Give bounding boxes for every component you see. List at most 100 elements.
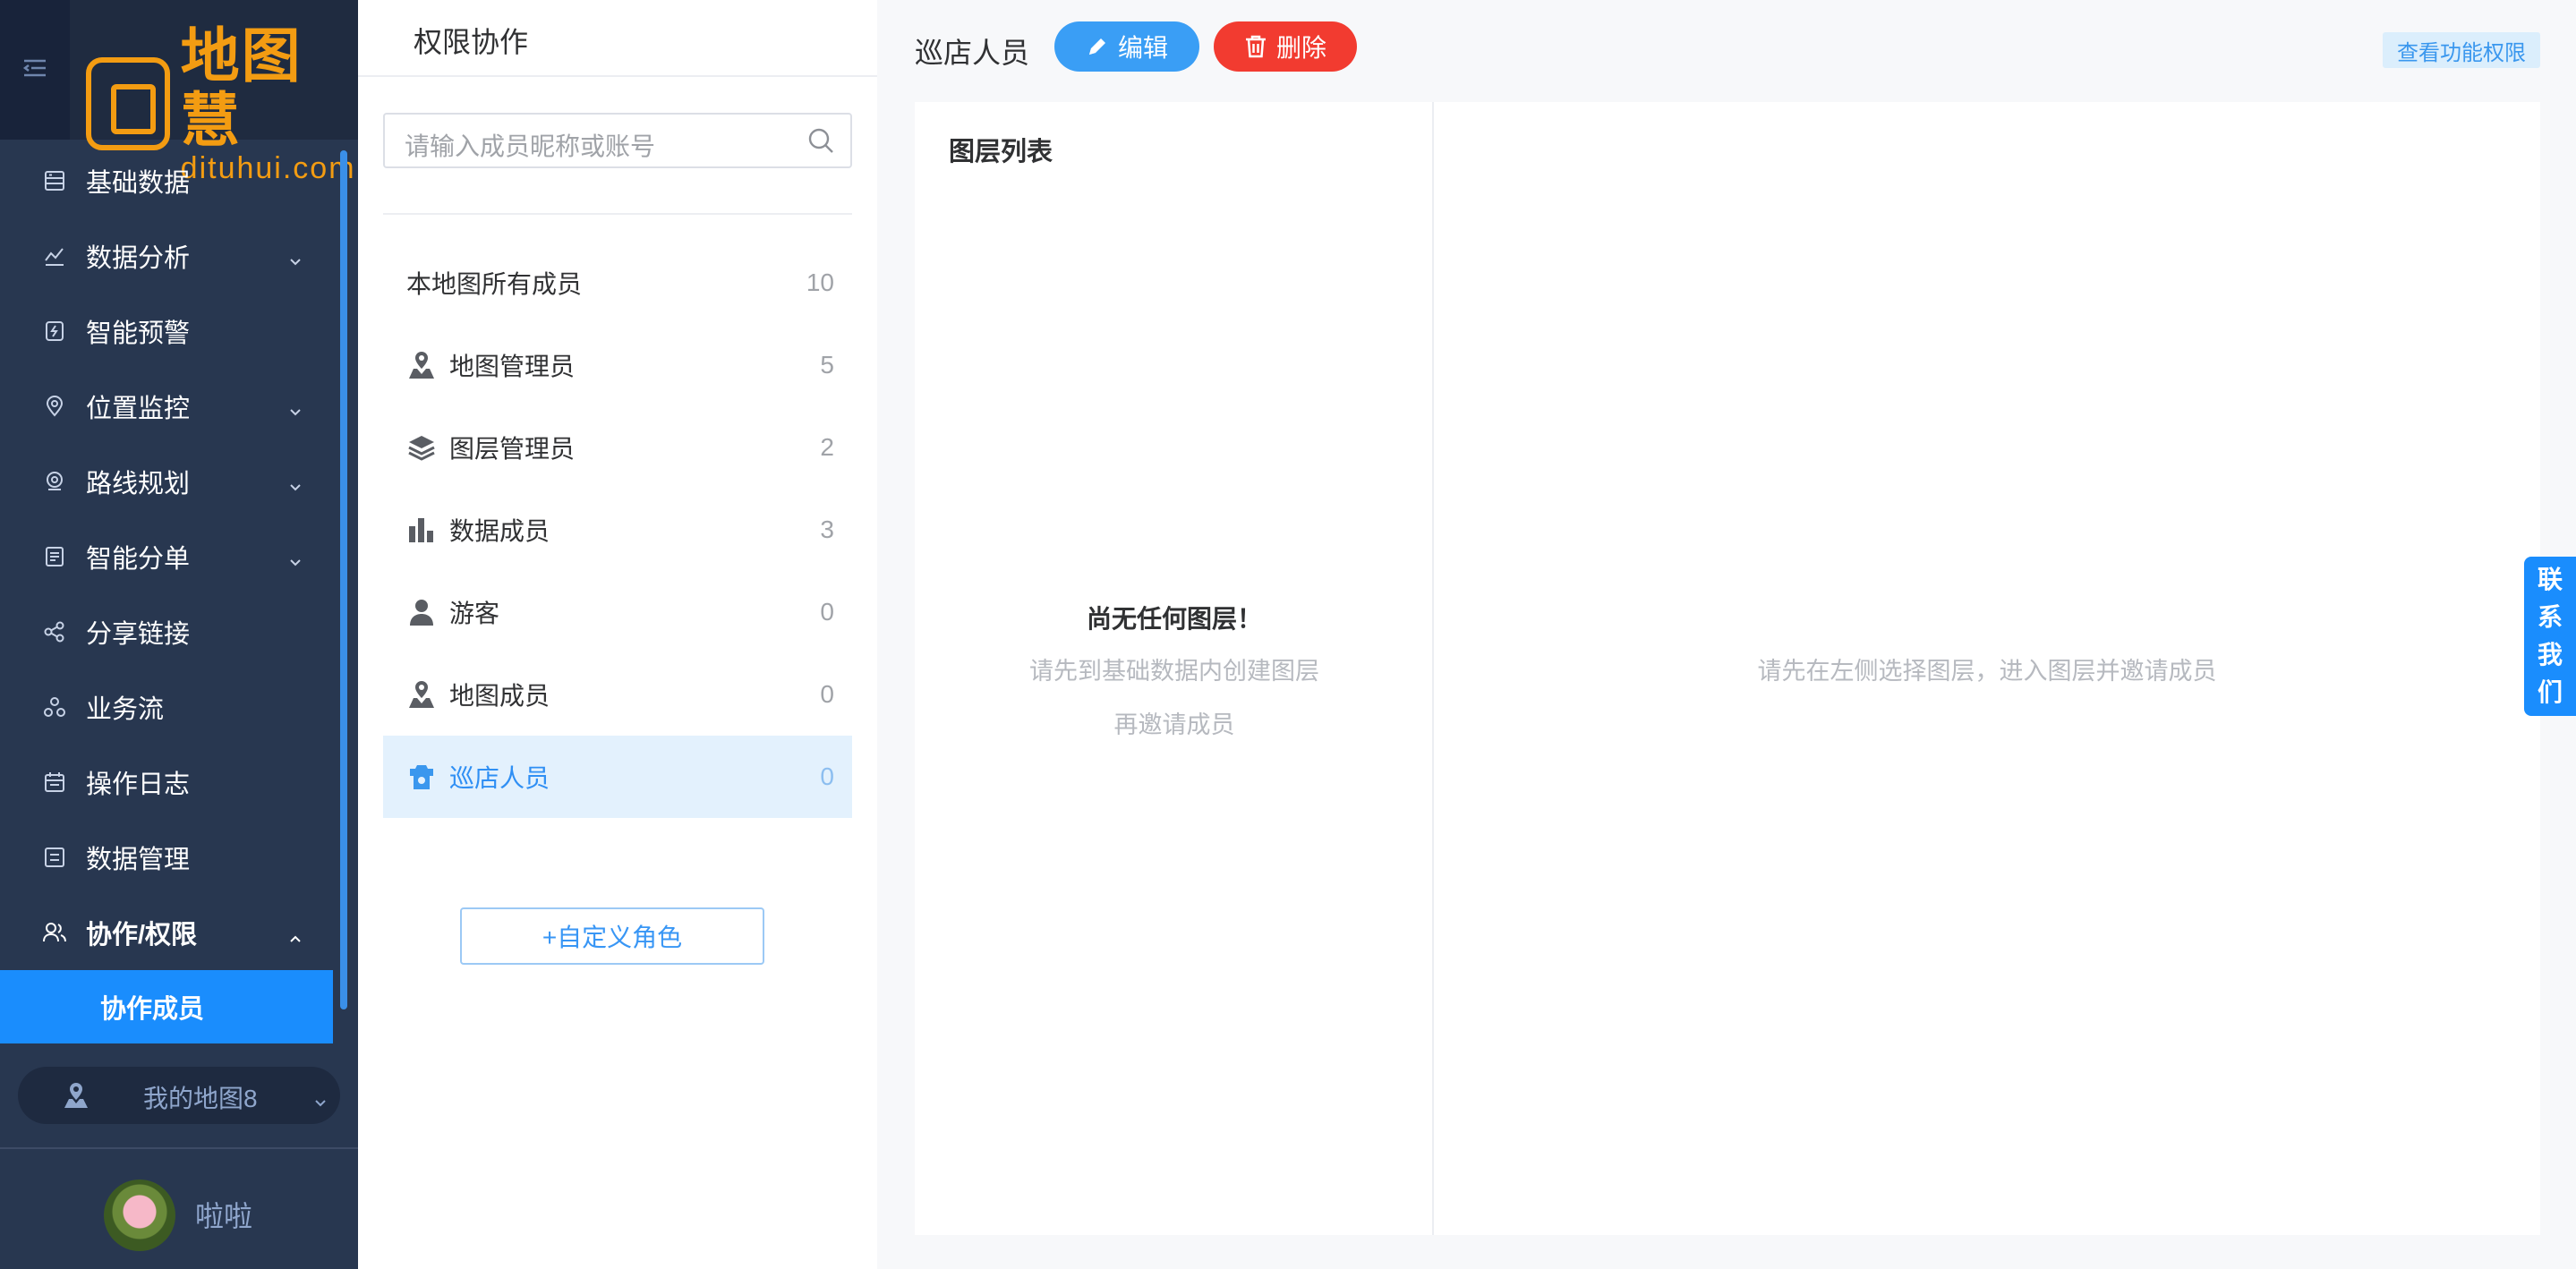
sidebar-item-collaboration[interactable]: 协作/权限 <box>0 895 338 970</box>
layer-list-title: 图层列表 <box>949 138 1053 166</box>
role-label: 本地图所有成员 <box>406 270 583 298</box>
contact-us-tab[interactable]: 联 系 我 们 <box>2524 557 2576 716</box>
sidebar-item-location-monitor[interactable]: 位置监控 <box>0 369 338 444</box>
sidebar-item-data-manage[interactable]: 数据管理 <box>0 820 338 895</box>
chevron-up-icon <box>288 922 303 951</box>
chevron-down-icon <box>288 471 303 500</box>
sidebar-item-smart-alert[interactable]: 智能预警 <box>0 294 338 369</box>
sidebar-item-label: 数据分析 <box>86 244 191 273</box>
sidebar-item-label: 智能预警 <box>86 319 191 348</box>
person-icon <box>406 597 437 627</box>
role-patrol-staff[interactable]: 巡店人员 0 <box>383 736 852 818</box>
user-profile[interactable]: 啦啦 <box>0 1154 358 1269</box>
sidebar-item-workflow[interactable]: 业务流 <box>0 669 338 745</box>
sidebar-item-share-link[interactable]: 分享链接 <box>0 594 338 669</box>
contact-char: 联 <box>2537 566 2563 593</box>
logo-cn-text: 地图慧 <box>180 22 303 153</box>
data-manage-icon <box>41 844 68 871</box>
patrol-icon <box>406 762 437 792</box>
layers-icon <box>406 432 437 463</box>
member-search-input[interactable]: 请输入成员昵称或账号 <box>383 113 852 168</box>
search-placeholder: 请输入成员昵称或账号 <box>405 132 656 160</box>
role-count: 3 <box>820 515 834 543</box>
sidebar-item-route-planning[interactable]: 路线规划 <box>0 444 338 519</box>
collapse-sidebar-button[interactable] <box>0 0 70 140</box>
contact-char: 我 <box>2537 641 2563 669</box>
my-map-label: 我的地图8 <box>143 1085 258 1112</box>
layer-card: 图层列表 尚无任何图层！ 请先到基础数据内创建图层 再邀请成员 请先在左侧选择图… <box>915 102 2540 1235</box>
sidebar-header: 地图慧 dituhui.com <box>0 0 358 184</box>
role-label: 巡店人员 <box>449 764 550 792</box>
role-data-member[interactable]: 数据成员 3 <box>383 489 852 571</box>
role-label: 图层管理员 <box>449 435 576 463</box>
sidebar-item-label: 基础数据 <box>86 169 191 198</box>
role-label: 游客 <box>449 600 500 627</box>
role-panel: 权限协作 请输入成员昵称或账号 本地图所有成员 10 地图管理员 5 图层管理员… <box>358 0 877 1269</box>
pencil-icon <box>1086 35 1109 58</box>
map-pin-icon <box>61 1081 91 1116</box>
sidebar-item-label: 操作日志 <box>86 771 191 799</box>
map-member-icon <box>406 679 437 710</box>
empty-state-hint: 请先到基础数据内创建图层 <box>1029 658 1319 685</box>
sidebar-item-label: 智能分单 <box>86 545 191 574</box>
sidebar-item-basic-data[interactable]: 基础数据 <box>0 143 338 218</box>
page-title: 巡店人员 <box>915 37 1030 69</box>
dispatch-icon <box>41 543 68 570</box>
my-map-selector[interactable]: 我的地图8 <box>18 1067 340 1124</box>
location-icon <box>41 393 68 420</box>
main-content: 巡店人员 编辑 删除 查看功能权限 图层列表 尚无任何图层！ 请先到基础数据内创… <box>877 0 2576 1269</box>
role-count: 0 <box>820 680 834 708</box>
app-root: 地图慧 dituhui.com 基础数据 数据分析 智能预警 位置监控 路线规划… <box>0 0 2576 1269</box>
delete-button[interactable]: 删除 <box>1214 21 1357 72</box>
member-area-hint: 请先在左侧选择图层，进入图层并邀请成员 <box>1757 658 2217 685</box>
empty-state-title: 尚无任何图层！ <box>1086 605 1262 633</box>
log-icon <box>41 769 68 796</box>
route-icon <box>41 468 68 495</box>
bar-chart-icon <box>406 515 437 545</box>
role-map-admin[interactable]: 地图管理员 5 <box>383 324 852 406</box>
sidebar-item-label: 数据管理 <box>86 846 191 874</box>
chevron-down-icon <box>288 546 303 575</box>
sidebar-subitem-collaborators[interactable]: 协作成员 <box>0 970 333 1043</box>
sidebar-item-operation-log[interactable]: 操作日志 <box>0 745 338 820</box>
role-all-members[interactable]: 本地图所有成员 10 <box>383 242 852 324</box>
sidebar-item-data-analysis[interactable]: 数据分析 <box>0 218 338 294</box>
add-custom-role-button[interactable]: +自定义角色 <box>460 907 764 965</box>
role-label: 数据成员 <box>449 517 550 545</box>
contact-char: 系 <box>2537 603 2563 631</box>
role-count: 0 <box>820 762 834 790</box>
role-map-member[interactable]: 地图成员 0 <box>383 653 852 736</box>
map-admin-icon <box>406 350 437 380</box>
chevron-down-icon <box>288 396 303 425</box>
avatar[interactable] <box>104 1180 175 1251</box>
role-layer-admin[interactable]: 图层管理员 2 <box>383 406 852 489</box>
menu-collapse-icon <box>22 57 47 83</box>
role-count: 0 <box>820 598 834 626</box>
sidebar-scrollbar[interactable] <box>340 150 347 1009</box>
sidebar-item-label: 路线规划 <box>86 470 191 498</box>
search-icon[interactable] <box>806 125 836 160</box>
role-guest[interactable]: 游客 0 <box>383 571 852 653</box>
chevron-down-icon <box>288 245 303 275</box>
analysis-icon <box>41 243 68 269</box>
layer-list-panel: 图层列表 尚无任何图层！ 请先到基础数据内创建图层 再邀请成员 <box>915 102 1434 1235</box>
sidebar-item-smart-dispatch[interactable]: 智能分单 <box>0 519 338 594</box>
users-icon <box>41 919 68 946</box>
panel-title: 权限协作 <box>414 26 529 58</box>
contact-char: 们 <box>2537 678 2563 706</box>
delete-label: 删除 <box>1275 34 1326 62</box>
sidebar-item-label: 协作/权限 <box>86 921 198 950</box>
database-icon <box>41 167 68 194</box>
sidebar: 地图慧 dituhui.com 基础数据 数据分析 智能预警 位置监控 路线规划… <box>0 0 358 1269</box>
edit-button[interactable]: 编辑 <box>1054 21 1199 72</box>
role-label: 地图管理员 <box>449 353 576 380</box>
sidebar-item-label: 分享链接 <box>86 620 191 649</box>
role-count: 10 <box>806 268 834 296</box>
trash-icon <box>1244 34 1267 59</box>
role-count: 2 <box>820 433 834 461</box>
empty-state-hint: 再邀请成员 <box>1113 711 1235 738</box>
view-permissions-link[interactable]: 查看功能权限 <box>2383 32 2540 68</box>
chevron-down-icon <box>313 1086 328 1115</box>
user-name: 啦啦 <box>195 1200 253 1232</box>
divider <box>383 213 852 215</box>
